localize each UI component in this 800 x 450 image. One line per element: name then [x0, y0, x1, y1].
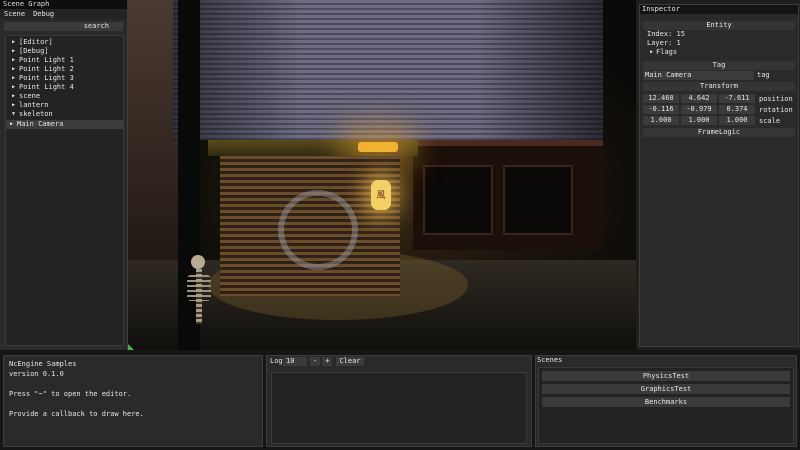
- scene-button-graphicstest[interactable]: GraphicsTest: [542, 384, 790, 394]
- position-y-field[interactable]: 4.642: [681, 94, 717, 103]
- flags-toggle[interactable]: ▶ Flags: [640, 48, 798, 57]
- viewport-awning-light: [358, 142, 398, 152]
- rotation-y-field[interactable]: -0.979: [681, 105, 717, 114]
- info-editor-hint: Press "~" to open the editor.: [9, 390, 132, 398]
- expand-arrow-icon[interactable]: ▶: [12, 38, 19, 47]
- tree-item-main-camera[interactable]: ▶ Main Camera: [6, 120, 123, 129]
- scenes-list: PhysicsTest GraphicsTest Benchmarks: [538, 367, 794, 444]
- viewport-building: [173, 0, 603, 140]
- log-decrement-button[interactable]: -: [310, 356, 321, 366]
- tag-row: Main Camera tag: [643, 70, 795, 80]
- info-panel: NcEngine Samples version 0.1.0 Press "~"…: [3, 355, 263, 447]
- scenes-panel: Scenes PhysicsTest GraphicsTest Benchmar…: [535, 355, 797, 447]
- viewport-shutter-emblem: [278, 190, 358, 270]
- log-clear-button[interactable]: Clear: [336, 356, 364, 366]
- tree-item-point-light-1[interactable]: ▶ Point Light 1: [6, 56, 123, 65]
- expand-arrow-icon[interactable]: ▶: [12, 47, 19, 56]
- info-version: version 0.1.0: [9, 370, 64, 378]
- log-output[interactable]: [271, 372, 527, 444]
- scene-button-benchmarks[interactable]: Benchmarks: [542, 397, 790, 407]
- scale-y-field[interactable]: 1.000: [681, 116, 717, 125]
- scale-label: scale: [759, 116, 781, 125]
- menu-debug[interactable]: Debug: [29, 9, 58, 19]
- tree-item-point-light-2[interactable]: ▶ Point Light 2: [6, 65, 123, 74]
- scale-row: 1.000 1.000 1.000 scale: [643, 115, 795, 126]
- scene-graph-window: Scene Graph Scene Debug search ▶ [Editor]…: [0, 0, 128, 350]
- tag-header[interactable]: Tag: [643, 61, 795, 70]
- scale-x-field[interactable]: 1.000: [643, 116, 679, 125]
- search-input[interactable]: search: [4, 22, 123, 31]
- scene-viewport[interactable]: 風: [128, 0, 636, 350]
- tree-item-debug[interactable]: ▶ [Debug]: [6, 47, 123, 56]
- lantern-glyph: 風: [376, 191, 386, 201]
- expand-arrow-icon[interactable]: ▶: [12, 65, 19, 74]
- inspector-window: Inspector Entity Index: 15 Layer: 1 ▶ Fl…: [636, 0, 800, 350]
- scenes-title: Scenes: [537, 356, 563, 364]
- viewport-window: [503, 165, 573, 235]
- inspector-title[interactable]: Inspector: [640, 5, 798, 14]
- log-count-input[interactable]: 10: [283, 356, 307, 366]
- log-toolbar: Log 10 - + Clear: [267, 356, 531, 366]
- info-title: NcEngine Samples: [9, 360, 77, 368]
- scene-button-physicstest[interactable]: PhysicsTest: [542, 371, 790, 381]
- position-row: 12.460 4.642 -7.611 position: [643, 93, 795, 104]
- info-callback-hint: Provide a callback to draw here.: [9, 410, 144, 418]
- expand-arrow-icon[interactable]: ▶: [12, 101, 19, 110]
- rotation-label: rotation: [759, 105, 793, 114]
- scene-graph-title[interactable]: Scene Graph: [0, 0, 127, 9]
- log-label: Log: [270, 357, 283, 365]
- rotation-row: -0.116 -0.979 0.374 rotation: [643, 104, 795, 115]
- tree-item-editor[interactable]: ▶ [Editor]: [6, 38, 123, 47]
- viewport-window: [423, 165, 493, 235]
- bottom-area: NcEngine Samples version 0.1.0 Press "~"…: [0, 350, 800, 450]
- tree-item-lantern[interactable]: ▶ lantern: [6, 101, 123, 110]
- entity-index: Index: 15: [647, 30, 685, 38]
- log-increment-button[interactable]: +: [322, 356, 333, 366]
- expand-arrow-icon[interactable]: ▶: [12, 83, 19, 92]
- tag-label: tag: [757, 71, 770, 79]
- position-x-field[interactable]: 12.460: [643, 94, 679, 103]
- scale-z-field[interactable]: 1.000: [719, 116, 755, 125]
- rotation-x-field[interactable]: -0.116: [643, 105, 679, 114]
- skeleton-spine: [196, 269, 202, 324]
- expand-arrow-icon[interactable]: ▶: [12, 74, 19, 83]
- scene-graph-menubar: Scene Debug: [0, 9, 127, 19]
- position-label: position: [759, 94, 793, 103]
- tree-item-scene[interactable]: ▶ scene: [6, 92, 123, 101]
- entity-layer: Layer: 1: [647, 39, 681, 47]
- tree-item-point-light-4[interactable]: ▶ Point Light 4: [6, 83, 123, 92]
- transform-header[interactable]: Transform: [643, 82, 795, 91]
- skeleton-skull: [191, 255, 205, 269]
- position-z-field[interactable]: -7.611: [719, 94, 755, 103]
- expand-arrow-icon[interactable]: ▶: [10, 120, 17, 129]
- log-panel: Log 10 - + Clear: [266, 355, 532, 447]
- entity-header[interactable]: Entity: [643, 21, 795, 30]
- viewport-lantern: 風: [371, 180, 391, 210]
- rotation-z-field[interactable]: 0.374: [719, 105, 755, 114]
- viewport-skeleton: [185, 255, 221, 350]
- expand-arrow-icon[interactable]: ▶: [12, 56, 19, 65]
- tag-input[interactable]: Main Camera: [643, 70, 754, 80]
- expand-arrow-icon[interactable]: ▶: [12, 92, 19, 101]
- menu-scene[interactable]: Scene: [0, 9, 29, 19]
- framelogic-header[interactable]: FrameLogic: [643, 128, 795, 137]
- tree-item-point-light-3[interactable]: ▶ Point Light 3: [6, 74, 123, 83]
- tree-item-skeleton[interactable]: ▼ skeleton: [6, 110, 123, 119]
- inspector-frame: Inspector Entity Index: 15 Layer: 1 ▶ Fl…: [639, 4, 799, 347]
- scene-tree: ▶ [Editor] ▶ [Debug] ▶ Point Light 1 ▶ Point…: [5, 35, 124, 346]
- collapse-arrow-icon[interactable]: ▼: [12, 110, 19, 119]
